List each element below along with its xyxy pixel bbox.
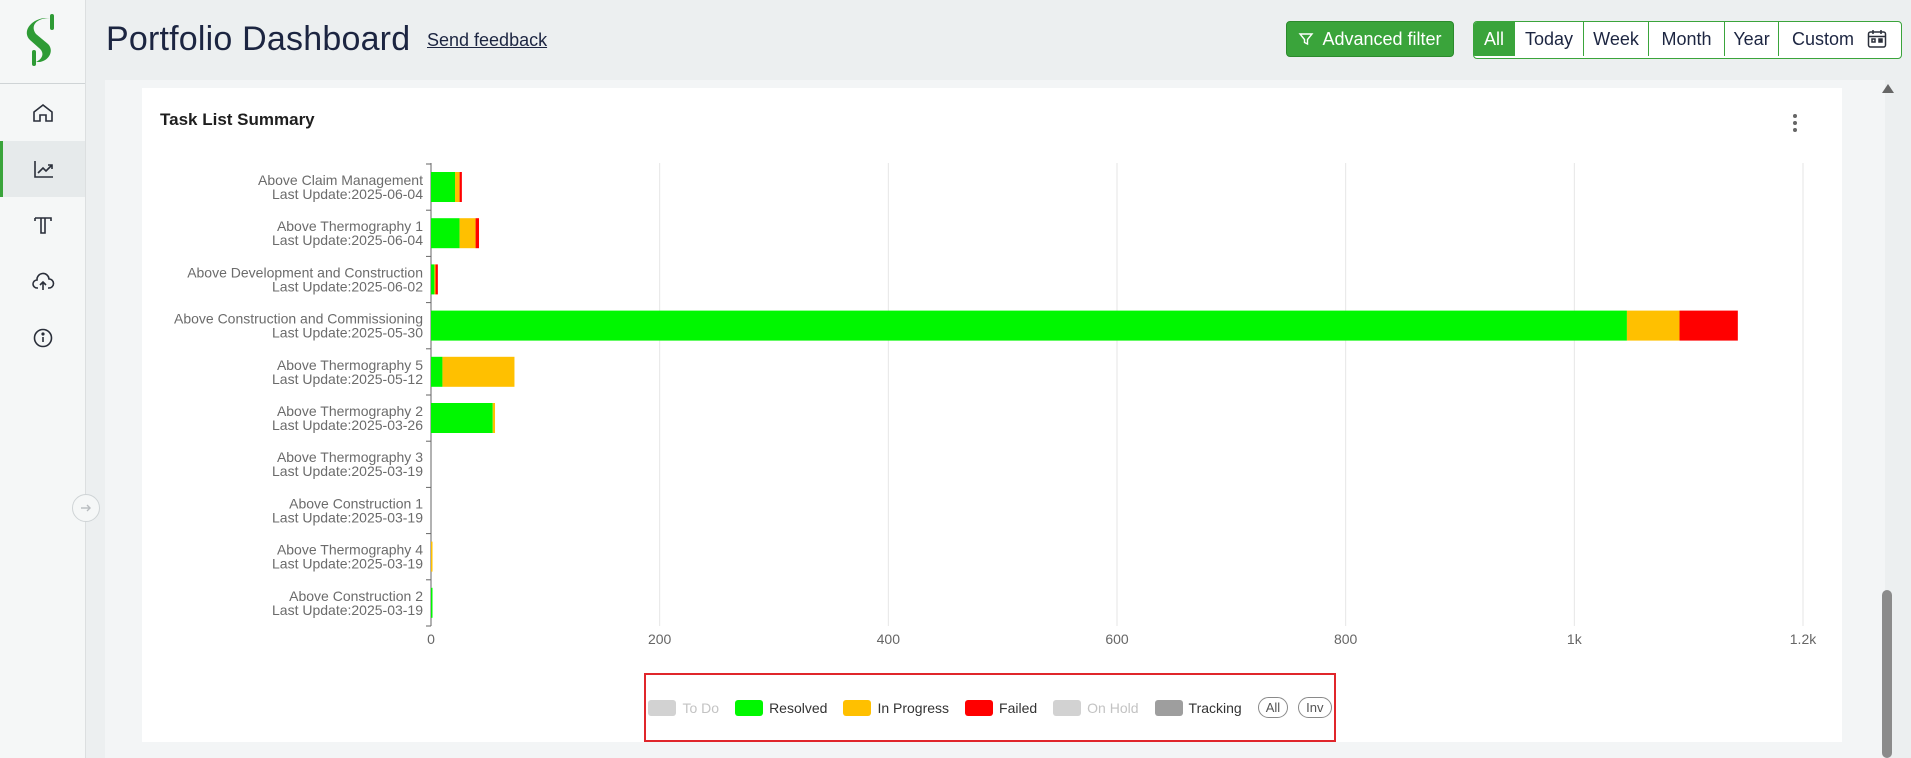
bar-failed bbox=[459, 172, 462, 202]
bar-in_progress bbox=[431, 541, 433, 572]
legend-swatch bbox=[1053, 699, 1082, 716]
category-update-label: Last Update:2025-06-02 bbox=[272, 278, 423, 294]
legend-label: Tracking bbox=[1188, 699, 1242, 716]
category-update-label: Last Update:2025-05-30 bbox=[272, 325, 423, 341]
legend-item-todo[interactable]: To Do bbox=[648, 699, 720, 716]
bar-resolved bbox=[431, 403, 493, 433]
x-tick-label: 1k bbox=[1567, 631, 1583, 647]
legend-item-resolved[interactable]: Resolved bbox=[735, 699, 828, 716]
scroll-up-arrow-icon[interactable] bbox=[1882, 84, 1894, 93]
bar-resolved bbox=[431, 264, 435, 295]
bar-in_progress bbox=[1626, 310, 1680, 341]
category-update-label: Last Update:2025-06-04 bbox=[272, 186, 423, 202]
scrollbar-thumb[interactable] bbox=[1882, 590, 1892, 758]
bar-failed bbox=[1679, 310, 1738, 341]
category-update-label: Last Update:2025-03-19 bbox=[272, 463, 423, 479]
legend-label: On Hold bbox=[1087, 699, 1139, 716]
x-tick-label: 400 bbox=[877, 631, 901, 647]
bar-resolved bbox=[431, 587, 433, 618]
x-tick-label: 800 bbox=[1334, 631, 1358, 647]
x-tick-label: 600 bbox=[1105, 631, 1129, 647]
bar-in_progress bbox=[459, 218, 476, 249]
bar-in_progress bbox=[492, 403, 496, 433]
bar-resolved bbox=[431, 172, 456, 202]
category-update-label: Last Update:2025-03-19 bbox=[272, 509, 423, 525]
legend-inv-button[interactable]: Inv bbox=[1298, 697, 1332, 718]
bar-in_progress bbox=[455, 172, 460, 202]
legend-swatch bbox=[1154, 699, 1183, 716]
bar-resolved bbox=[431, 310, 1627, 341]
legend-item-on_hold[interactable]: On Hold bbox=[1053, 699, 1139, 716]
bar-resolved bbox=[431, 218, 460, 249]
legend-label: Failed bbox=[999, 699, 1038, 716]
category-update-label: Last Update:2025-03-26 bbox=[272, 417, 423, 433]
category-update-label: Last Update:2025-03-19 bbox=[272, 556, 423, 572]
x-tick-label: 200 bbox=[648, 631, 672, 647]
legend-label: In Progress bbox=[877, 699, 950, 716]
category-update-label: Last Update:2025-05-12 bbox=[272, 371, 423, 387]
legend-swatch bbox=[843, 699, 872, 716]
legend-label: Resolved bbox=[769, 699, 828, 716]
legend-item-failed[interactable]: Failed bbox=[965, 699, 1038, 716]
chart-legend: To Do Resolved In Progress Failed On Hold Tra… bbox=[644, 673, 1336, 742]
task-summary-chart: Above Claim ManagementLast Update:2025-0… bbox=[174, 163, 1817, 647]
legend-swatch bbox=[735, 699, 764, 716]
legend-label: To Do bbox=[682, 699, 720, 716]
legend-swatch bbox=[965, 699, 994, 716]
legend-item-in_progress[interactable]: In Progress bbox=[843, 699, 950, 716]
category-update-label: Last Update:2025-06-04 bbox=[272, 232, 423, 248]
legend-all-button[interactable]: All bbox=[1257, 697, 1289, 718]
bar-failed bbox=[475, 218, 480, 249]
x-tick-label: 0 bbox=[427, 631, 435, 647]
bar-in_progress bbox=[442, 356, 515, 387]
x-tick-label: 1.2k bbox=[1790, 631, 1817, 647]
legend-swatch bbox=[648, 699, 677, 716]
legend-item-tracking[interactable]: Tracking bbox=[1154, 699, 1242, 716]
category-update-label: Last Update:2025-03-19 bbox=[272, 602, 423, 618]
bar-resolved bbox=[431, 356, 443, 387]
bar-failed bbox=[435, 264, 438, 295]
